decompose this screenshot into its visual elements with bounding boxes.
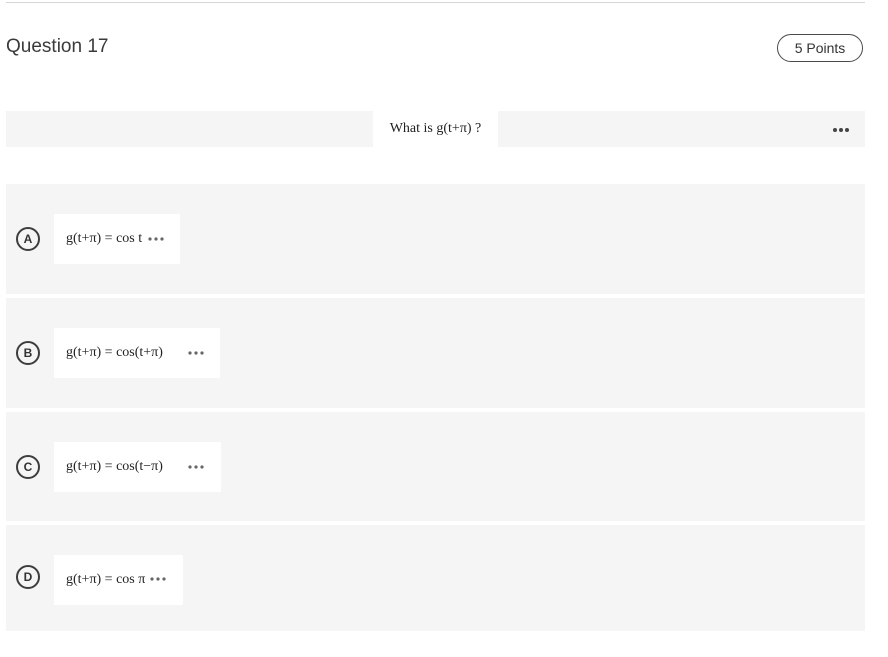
more-options-icon[interactable] <box>831 125 851 135</box>
option-letter-d: D <box>16 565 40 589</box>
question-title: Question 17 <box>6 36 109 57</box>
points-badge: 5 Points <box>777 34 863 62</box>
answer-option-a[interactable]: A g(t+π) = cos t <box>6 184 865 294</box>
answer-option-b[interactable]: B g(t+π) = cos(t+π) <box>6 298 865 408</box>
question-prompt: What is g(t+π) ? <box>373 111 498 147</box>
top-divider <box>6 2 865 3</box>
equation-ellipsis-icon <box>188 465 204 469</box>
equation-ellipsis-icon <box>188 351 204 355</box>
equation-ellipsis-icon <box>148 237 164 241</box>
answer-option-d[interactable]: D g(t+π) = cos π <box>6 525 865 631</box>
answer-option-c[interactable]: C g(t+π) = cos(t−π) <box>6 412 865 521</box>
equation-ellipsis-icon <box>150 577 166 581</box>
option-letter-c: C <box>16 455 40 479</box>
option-letter-b: B <box>16 341 40 365</box>
option-letter-a: A <box>16 227 40 251</box>
